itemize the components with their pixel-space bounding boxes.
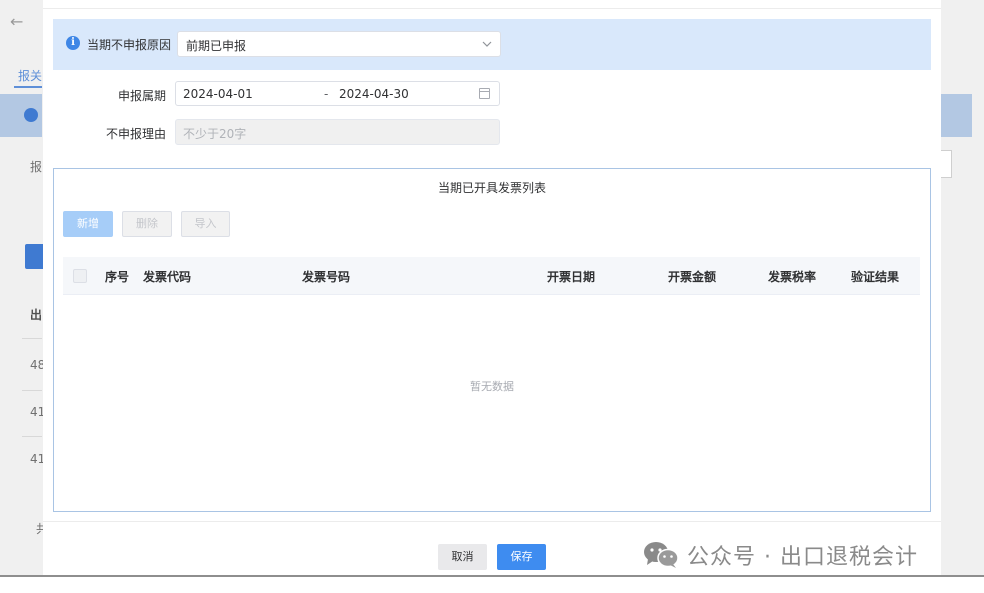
dialog-header-divider <box>43 8 941 9</box>
declaration-dialog: i 当期不申报原因 前期已申报 申报属期 2024-04-01 - 2024-0… <box>43 0 941 575</box>
column-header-invoice-number: 发票号码 <box>302 270 351 284</box>
calendar-icon[interactable] <box>479 88 490 99</box>
back-arrow-icon[interactable]: ← <box>10 12 23 31</box>
invoice-table-header: 序号 发票代码 发票号码 开票日期 开票金额 发票税率 验证结果 <box>63 257 920 295</box>
background-info-bar-right <box>940 94 972 137</box>
no-declare-reason-bar: i 当期不申报原因 前期已申报 <box>53 19 931 70</box>
column-header-index: 序号 <box>105 270 130 284</box>
column-header-invoice-code: 发票代码 <box>143 270 192 284</box>
period-start-date[interactable]: 2024-04-01 <box>183 87 253 101</box>
background-form-label: 报 <box>30 160 43 174</box>
background-row-divider <box>22 390 42 391</box>
select-all-checkbox[interactable] <box>73 269 87 283</box>
add-invoice-button[interactable]: 新增 <box>63 211 113 237</box>
dialog-footer-divider <box>43 521 941 522</box>
background-column-header: 出 <box>30 308 43 322</box>
table-empty-text: 暂无数据 <box>470 380 514 393</box>
watermark-text: 公众号 · 出口退税会计 <box>687 545 918 570</box>
no-declare-reason-select[interactable]: 前期已申报 <box>177 31 501 57</box>
reason-input-placeholder: 不少于20字 <box>183 127 247 141</box>
column-header-tax-rate: 发票税率 <box>768 270 817 284</box>
background-tab[interactable]: 报关 <box>18 67 42 84</box>
period-range-separator: - <box>324 87 329 101</box>
background-row-divider <box>22 436 42 437</box>
column-header-issue-date: 开票日期 <box>547 270 596 284</box>
screen-bottom-edge <box>0 575 984 593</box>
cancel-button[interactable]: 取消 <box>438 544 487 570</box>
declaration-period-label: 申报属期 <box>117 89 166 103</box>
no-declare-reason-input[interactable]: 不少于20字 <box>175 119 500 145</box>
background-row-divider <box>22 338 42 339</box>
background-button[interactable] <box>25 244 43 269</box>
delete-invoice-button[interactable]: 删除 <box>122 211 172 237</box>
save-button[interactable]: 保存 <box>497 544 546 570</box>
wechat-icon <box>644 542 679 568</box>
issued-invoice-panel: 当期已开具发票列表 新增 删除 导入 序号 发票代码 发票号码 开票日期 开票金… <box>53 168 931 512</box>
no-declare-reason-text-label: 不申报理由 <box>105 127 166 141</box>
background-input-edge <box>940 150 952 178</box>
invoice-list-title: 当期已开具发票列表 <box>437 181 546 195</box>
no-declare-reason-label: 当期不申报原因 <box>87 38 172 52</box>
period-end-date[interactable]: 2024-04-30 <box>339 87 409 101</box>
select-value: 前期已申报 <box>186 39 247 53</box>
import-invoice-button[interactable]: 导入 <box>181 211 230 237</box>
chevron-down-icon <box>482 41 492 47</box>
background-info-icon <box>24 108 38 122</box>
column-header-amount: 开票金额 <box>668 270 717 284</box>
declaration-period-range[interactable]: 2024-04-01 - 2024-04-30 <box>175 81 500 106</box>
column-header-verify-result: 验证结果 <box>851 270 900 284</box>
tab-active-indicator <box>14 86 42 88</box>
info-icon: i <box>66 36 80 50</box>
watermark: 公众号 · 出口退税会计 <box>643 539 918 571</box>
